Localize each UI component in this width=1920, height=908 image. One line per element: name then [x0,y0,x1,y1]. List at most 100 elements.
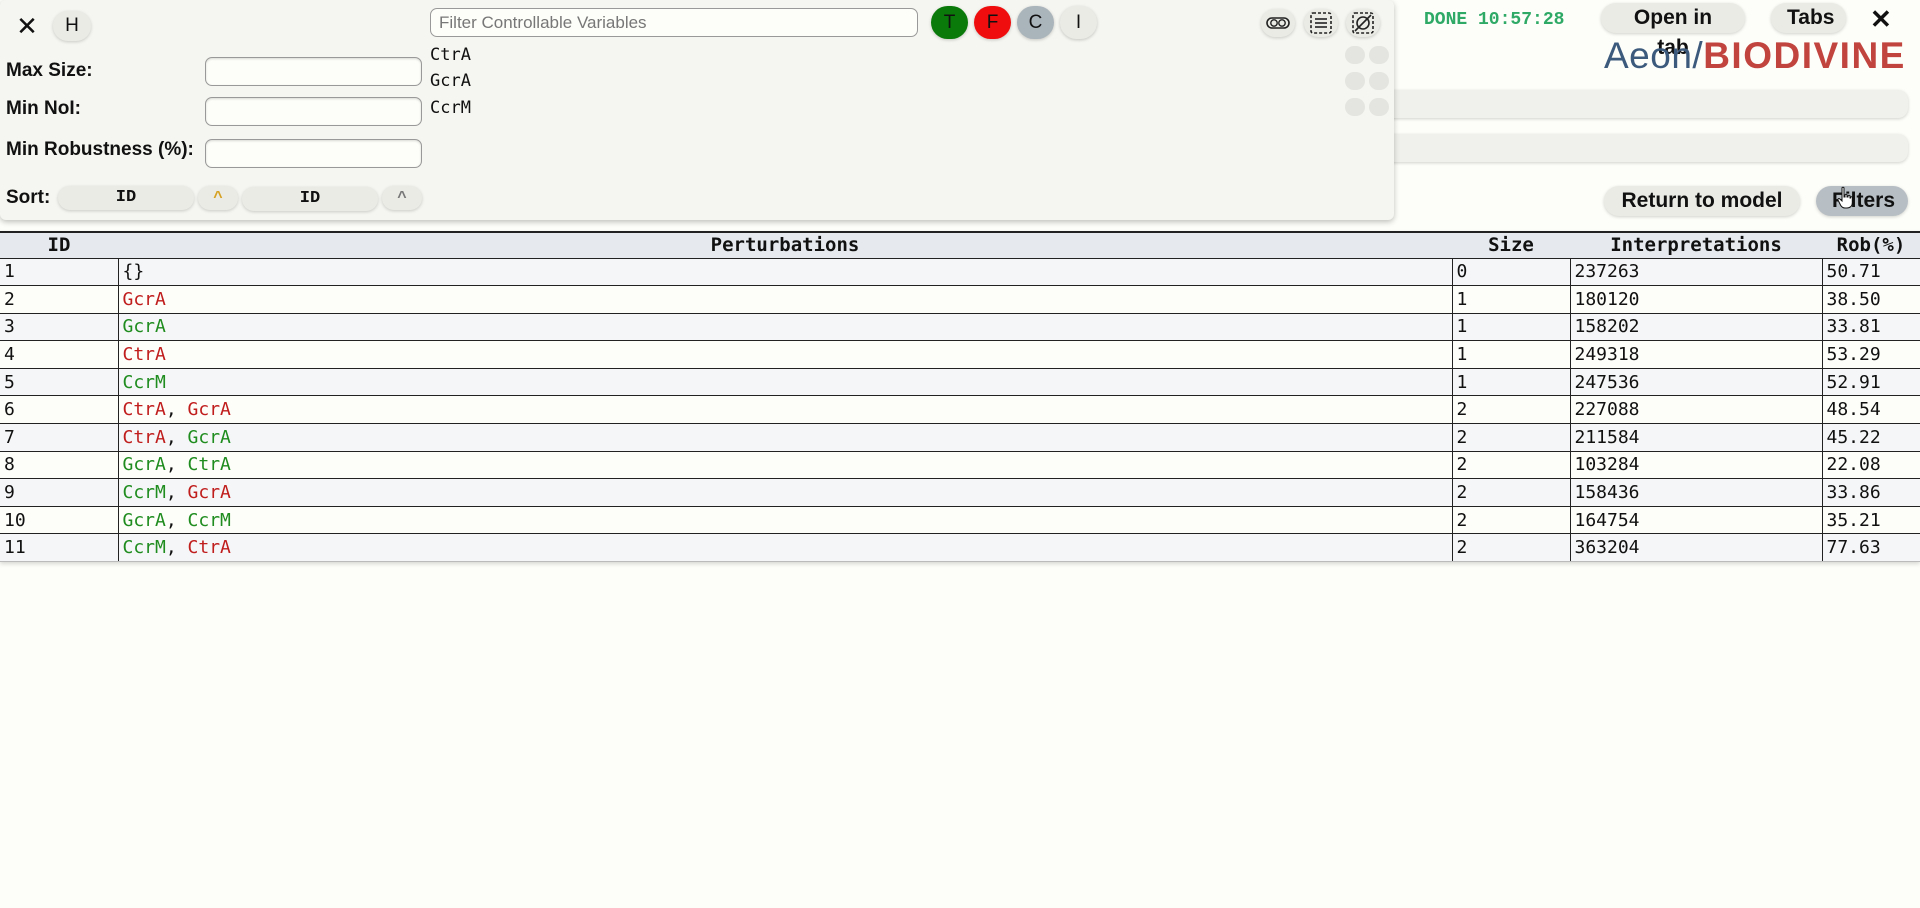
perturbation-variable: CtrA [122,399,166,421]
sort-label: Sort: [6,187,51,208]
cell-size: 2 [1451,478,1570,507]
close-panel-icon[interactable]: ✕ [14,11,40,41]
cell-id: 4 [0,340,118,369]
cell-interpretations: 158202 [1569,312,1822,341]
cursor-icon [1837,186,1853,209]
cell-interpretations: 363204 [1569,533,1822,563]
variable-item-gcra[interactable]: GcrA [430,71,471,91]
column-header-id[interactable]: ID [0,231,118,258]
variable-toggle-left[interactable] [1345,72,1365,90]
cell-id: 6 [0,395,118,424]
help-button[interactable]: H [53,11,91,41]
cell-interpretations: 227088 [1569,395,1822,424]
perturbation-variable: CcrM [122,537,166,559]
sort-direction-1-icon[interactable]: ^ [198,186,238,210]
perturbation-separator: , [165,426,188,448]
variable-toggle-left[interactable] [1345,98,1365,116]
select-all-icon[interactable] [1304,9,1338,37]
true-filter-button[interactable]: T [931,6,968,39]
variable-item-ctra[interactable]: CtrA [430,45,471,65]
perturbation-separator: , [165,509,188,531]
cell-size: 2 [1451,450,1570,479]
table-row[interactable]: 6 CtrA, GcrA 2 227088 48.54 [0,395,1920,424]
cell-robustness: 48.54 [1821,395,1920,424]
variable-item-ccrm[interactable]: CcrM [430,98,471,118]
sort-key-2-select[interactable]: ID [242,187,378,211]
perturbation-variable: CtrA [187,454,231,476]
min-robustness-input[interactable] [205,139,422,168]
cell-size: 1 [1451,340,1570,369]
cell-interpretations: 103284 [1569,450,1822,479]
variable-search-input[interactable] [430,8,918,37]
variable-toggle-right[interactable] [1369,46,1389,64]
cell-size: 1 [1451,312,1570,341]
cell-size: 2 [1451,395,1570,424]
min-noi-label: Min NoI: [6,98,81,119]
controllable-filter-button[interactable]: C [1017,6,1054,39]
cell-interpretations: 247536 [1569,367,1822,396]
perturbation-variable: {} [122,261,145,283]
logo-slash: / [1692,35,1704,76]
variable-toggle-right[interactable] [1369,72,1389,90]
table-row[interactable]: 2 GcrA 1 180120 38.50 [0,285,1920,314]
table-row[interactable]: 4 CtrA 1 249318 53.29 [0,340,1920,369]
cell-perturbations: GcrA [117,312,1452,341]
cell-perturbations: CcrM, GcrA [117,478,1452,507]
column-header-robustness[interactable]: Rob(%) [1822,231,1920,258]
open-in-tab-button[interactable]: Open in tab [1601,3,1745,59]
cell-robustness: 35.21 [1821,505,1920,534]
cell-perturbations: CtrA, GcrA [117,395,1452,424]
perturbation-variable: CtrA [187,537,231,559]
cell-interpretations: 164754 [1569,505,1822,534]
clear-selection-icon[interactable] [1346,9,1380,37]
return-to-model-button[interactable]: Return to model [1604,186,1800,216]
column-header-size[interactable]: Size [1452,231,1570,258]
cell-perturbations: CcrM, CtrA [117,533,1452,563]
table-header-row: ID Perturbations Size Interpretations Ro… [0,231,1920,258]
table-row[interactable]: 3 GcrA 1 158202 33.81 [0,312,1920,341]
max-size-label: Max Size: [6,60,93,81]
tabs-button[interactable]: Tabs [1771,3,1846,33]
column-header-interpretations[interactable]: Interpretations [1570,231,1822,258]
perturbation-variable: CcrM [187,509,231,531]
cell-interpretations: 211584 [1569,423,1822,452]
variable-toggle-left[interactable] [1345,46,1365,64]
variable-toggle-right[interactable] [1369,98,1389,116]
perturbation-variable: CtrA [122,344,166,366]
table-row[interactable]: 9 CcrM, GcrA 2 158436 33.86 [0,478,1920,507]
perturbation-variable: GcrA [122,316,166,338]
cell-interpretations: 180120 [1569,285,1822,314]
cell-interpretations: 237263 [1569,257,1822,286]
cell-size: 1 [1451,285,1570,314]
perturbation-variable: GcrA [122,509,166,531]
false-filter-button[interactable]: F [974,6,1011,39]
perturbation-variable: GcrA [122,288,166,310]
sort-key-1-select[interactable]: ID [58,186,194,210]
filters-button[interactable]: Filters [1816,186,1908,216]
table-row[interactable]: 11 CcrM, CtrA 2 363204 77.63 [0,533,1920,563]
table-row[interactable]: 7 CtrA, GcrA 2 211584 45.22 [0,423,1920,452]
table-row[interactable]: 8 GcrA, CtrA 2 103284 22.08 [0,450,1920,479]
table-row[interactable]: 10 GcrA, CcrM 2 164754 35.21 [0,505,1920,534]
cell-id: 9 [0,478,118,507]
sort-direction-2-icon[interactable]: ^ [382,186,422,210]
table-row[interactable]: 1{} 0 237263 50.71 [0,257,1920,286]
background-bar [1380,134,1908,162]
cell-robustness: 52.91 [1821,367,1920,396]
min-noi-input[interactable] [205,97,422,126]
max-size-input[interactable] [205,57,422,86]
cell-robustness: 33.86 [1821,478,1920,507]
logo: Aeon/BIODIVINE [1604,35,1906,77]
toggle-icon[interactable] [1261,9,1295,37]
cell-id: 11 [0,533,118,563]
cell-robustness: 45.22 [1821,423,1920,452]
close-icon[interactable]: ✕ [1870,4,1892,34]
table-row[interactable]: 5 CcrM 1 247536 52.91 [0,367,1920,396]
cell-size: 2 [1451,423,1570,452]
column-header-perturbations[interactable]: Perturbations [118,231,1452,258]
cell-perturbations: GcrA, CtrA [117,450,1452,479]
ignore-filter-button[interactable]: I [1060,6,1097,39]
cell-id: 1 [0,257,118,286]
perturbation-variable: GcrA [187,399,231,421]
perturbation-separator: , [165,537,188,559]
